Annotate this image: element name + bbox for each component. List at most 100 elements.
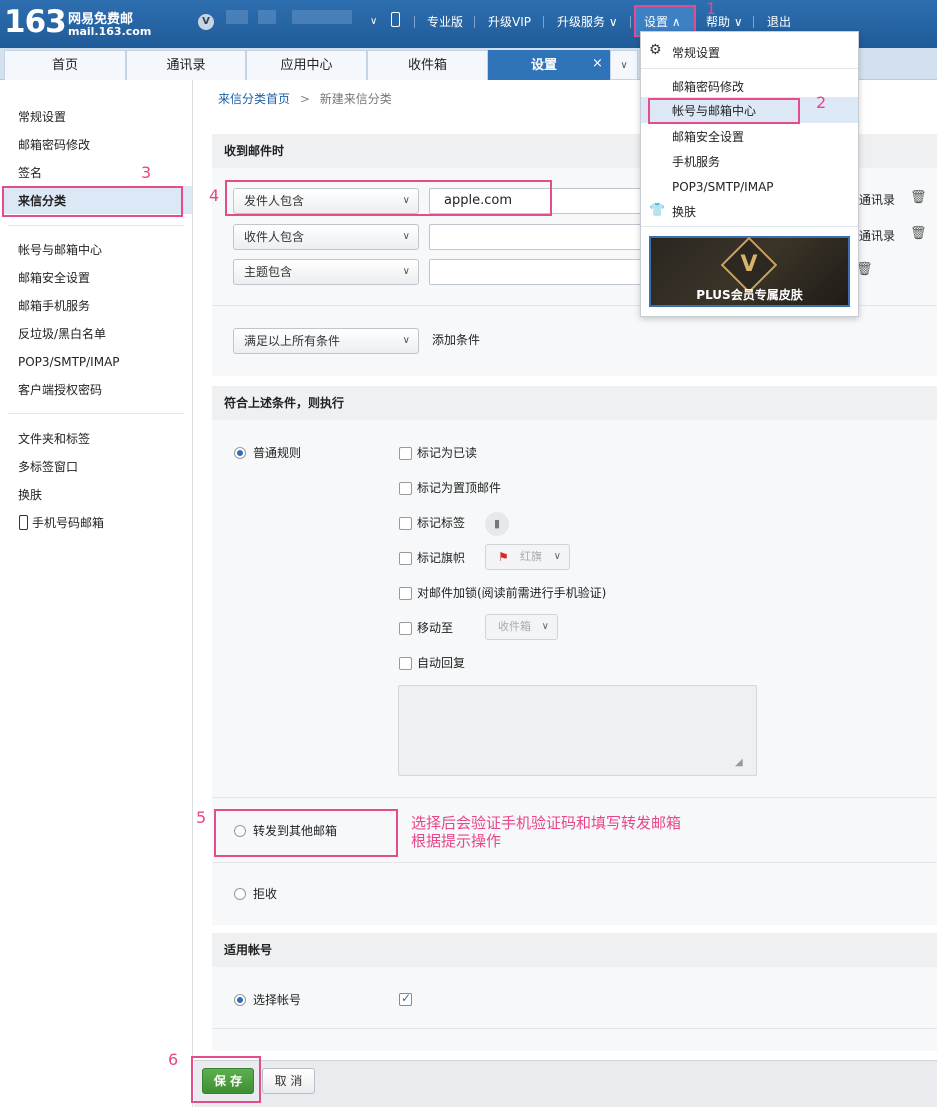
sidebar-item-signature[interactable]: 签名 xyxy=(18,165,42,181)
breadcrumb-separator: > xyxy=(299,92,310,106)
annotation-line-1: 选择后会验证手机验证码和填写转发邮箱 xyxy=(411,814,682,832)
move-folder-select-value: 收件箱 xyxy=(498,620,531,633)
sidebar-item-client-password[interactable]: 客户端授权密码 xyxy=(18,382,102,398)
dropdown-item-password[interactable]: 邮箱密码修改 xyxy=(672,79,744,95)
dropdown-item-security[interactable]: 邮箱安全设置 xyxy=(672,129,744,145)
nav-logout[interactable]: 退出 xyxy=(767,14,791,30)
highlight-box-account-center xyxy=(648,98,800,124)
highlight-box-forward xyxy=(214,809,398,857)
mark-top-label: 标记为置顶邮件 xyxy=(417,481,502,495)
mark-top-checkbox[interactable] xyxy=(399,482,412,495)
nav-upgrade-vip[interactable]: 升级VIP xyxy=(488,14,531,30)
mark-read-checkbox[interactable] xyxy=(399,447,412,460)
condition-2-contacts-link[interactable]: 通讯录 xyxy=(859,228,895,244)
sidebar-item-multi-tab[interactable]: 多标签窗口 xyxy=(18,459,78,475)
mark-tag-checkbox[interactable] xyxy=(399,517,412,530)
chevron-down-icon: ∨ xyxy=(553,551,561,562)
sidebar-item-folders[interactable]: 文件夹和标签 xyxy=(18,431,90,447)
mobile-phone-icon[interactable] xyxy=(391,12,400,27)
auto-reply-label: 自动回复 xyxy=(417,656,466,670)
add-condition-link[interactable]: 添加条件 xyxy=(432,332,480,348)
tab-inbox[interactable]: 收件箱 xyxy=(367,50,488,80)
step-number-2: 2 xyxy=(816,93,827,112)
move-to-checkbox[interactable] xyxy=(399,622,412,635)
nav-pro-edition[interactable]: 专业版 xyxy=(427,14,463,30)
tab-close-icon[interactable]: × xyxy=(592,56,603,71)
dropdown-item-pop3[interactable]: POP3/SMTP/IMAP xyxy=(672,179,774,195)
nav-divider xyxy=(753,16,754,28)
sidebar-item-password[interactable]: 邮箱密码修改 xyxy=(18,137,90,153)
mark-flag-checkbox[interactable] xyxy=(399,552,412,565)
account-checkbox[interactable]: ✓ xyxy=(399,991,412,1006)
lock-mail-label: 对邮件加锁(阅读前需进行手机验证) xyxy=(417,586,607,600)
normal-rule-radio[interactable] xyxy=(234,447,246,459)
annotation-line-2: 根据提示操作 xyxy=(411,832,502,850)
sidebar-item-antispam[interactable]: 反垃圾/黑白名单 xyxy=(18,326,106,342)
breadcrumb-home-link[interactable]: 来信分类首页 xyxy=(218,92,290,106)
condition-2-input[interactable] xyxy=(429,224,644,250)
section-divider xyxy=(212,797,937,798)
lock-mail-checkbox[interactable] xyxy=(399,587,412,600)
gear-icon: ⚙ xyxy=(649,42,662,58)
dropdown-divider xyxy=(641,68,858,69)
trash-icon[interactable]: 🗑 xyxy=(910,190,927,205)
v-logo: V xyxy=(740,252,758,277)
dropdown-item-skin[interactable]: 换肤 xyxy=(672,204,696,220)
sidebar-item-pop3[interactable]: POP3/SMTP/IMAP xyxy=(18,354,120,370)
highlight-box-save xyxy=(191,1056,261,1103)
sidebar-item-phone-mailbox[interactable]: 手机号码邮箱 xyxy=(32,515,104,531)
match-condition-select-value: 满足以上所有条件 xyxy=(244,334,341,348)
sidebar-item-security[interactable]: 邮箱安全设置 xyxy=(18,270,90,286)
tag-picker-icon[interactable]: ▮ xyxy=(485,512,509,536)
mark-flag-label: 标记旗帜 xyxy=(417,551,466,565)
checkmark-icon: ✓ xyxy=(401,991,412,1005)
match-condition-select[interactable]: 满足以上所有条件 ∨ xyxy=(233,328,419,354)
reject-radio[interactable] xyxy=(234,888,246,900)
tab-home[interactable]: 首页 xyxy=(4,50,126,80)
logo-domain: mail.163.com xyxy=(68,25,152,38)
account-chevron-down-icon[interactable]: ∨ xyxy=(370,14,377,30)
condition-3-select[interactable]: 主题包含 ∨ xyxy=(233,259,419,285)
condition-3-input[interactable] xyxy=(429,259,644,285)
logo-163[interactable]: 163 xyxy=(4,2,67,42)
promo-label: PLUS会员专属皮肤 xyxy=(696,288,803,302)
move-to-label: 移动至 xyxy=(417,621,454,635)
nav-divider xyxy=(414,16,415,28)
tab-app-center[interactable]: 应用中心 xyxy=(246,50,367,80)
select-account-radio[interactable] xyxy=(234,994,246,1006)
dropdown-divider xyxy=(641,226,858,227)
chevron-down-icon: ∨ xyxy=(402,266,410,277)
highlight-box-mail-filter xyxy=(2,186,183,217)
sidebar-item-skin[interactable]: 换肤 xyxy=(18,487,42,503)
flag-select[interactable]: ⚑ 红旗 ∨ xyxy=(485,544,570,570)
sidebar-item-mobile-service[interactable]: 邮箱手机服务 xyxy=(18,298,90,314)
sidebar-item-general[interactable]: 常规设置 xyxy=(18,109,66,125)
condition-2-select[interactable]: 收件人包含 ∨ xyxy=(233,224,419,250)
normal-rule-label: 普通规则 xyxy=(253,446,302,460)
trash-icon[interactable]: 🗑 xyxy=(910,226,927,241)
condition-2-select-value: 收件人包含 xyxy=(244,230,305,244)
nav-divider xyxy=(474,16,475,28)
select-account-label: 选择帐号 xyxy=(253,993,302,1007)
tab-more-chevron-icon[interactable]: ∨ xyxy=(610,50,638,80)
step-number-6: 6 xyxy=(168,1050,179,1069)
resize-handle-icon[interactable]: ◢ xyxy=(735,757,743,768)
tshirt-icon: 👕 xyxy=(649,203,666,218)
nav-upgrade-service[interactable]: 升级服务 ∨ xyxy=(557,14,618,30)
auto-reply-textarea[interactable] xyxy=(398,685,757,776)
dropdown-item-mobile[interactable]: 手机服务 xyxy=(672,154,720,170)
condition-1-contacts-link[interactable]: 通讯录 xyxy=(859,192,895,208)
action-section-title: 符合上述条件，则执行 xyxy=(212,386,937,420)
chevron-down-icon: ∨ xyxy=(541,621,549,632)
move-folder-select[interactable]: 收件箱 ∨ xyxy=(485,614,558,640)
dropdown-item-general[interactable]: 常规设置 xyxy=(672,45,720,61)
mobile-phone-icon xyxy=(19,515,28,530)
vip-badge-icon[interactable]: V xyxy=(198,14,214,30)
breadcrumb: 来信分类首页 > 新建来信分类 xyxy=(218,91,392,107)
blurred-username xyxy=(258,10,276,24)
tab-contacts[interactable]: 通讯录 xyxy=(126,50,246,80)
cancel-button[interactable]: 取 消 xyxy=(262,1068,315,1094)
auto-reply-checkbox[interactable] xyxy=(399,657,412,670)
sidebar-item-account-center[interactable]: 帐号与邮箱中心 xyxy=(18,242,102,258)
nav-divider xyxy=(543,16,544,28)
